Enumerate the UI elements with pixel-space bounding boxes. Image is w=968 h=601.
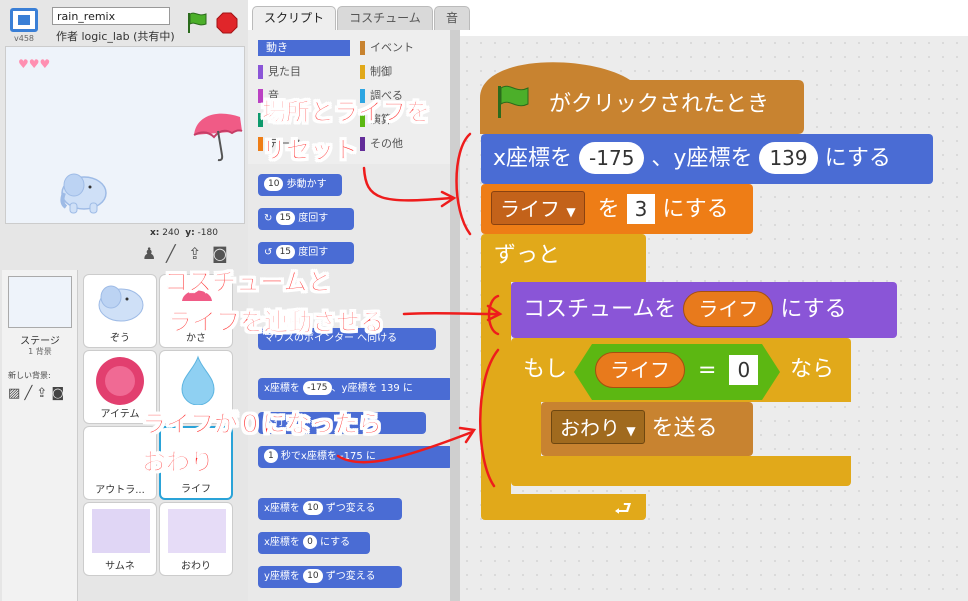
if-bottom bbox=[511, 456, 851, 486]
annotation-reset: 場所とライフを bbox=[262, 98, 431, 127]
item-thumb-icon bbox=[96, 357, 144, 405]
sprite-tile[interactable]: おわり bbox=[159, 502, 233, 576]
stage-canvas[interactable]: ♥♥♥ bbox=[5, 46, 245, 224]
chevron-down-icon: ▼ bbox=[566, 205, 576, 219]
condition-variable-reporter[interactable]: ライフ bbox=[595, 352, 685, 388]
when-flag-clicked-block[interactable]: がクリックされたとき bbox=[492, 84, 769, 120]
left-column: v458 作者 logic_lab (共有中) ♥♥♥ x: 240 y: bbox=[0, 0, 248, 601]
elephant-sprite bbox=[60, 173, 107, 214]
sprite-name: ライフ bbox=[181, 484, 211, 495]
backdrop-library-icon[interactable]: ▨ bbox=[8, 386, 20, 401]
stop-sign-icon[interactable] bbox=[216, 12, 238, 34]
camera-backdrop-icon[interactable]: ◙ bbox=[51, 386, 64, 401]
ending-preview bbox=[168, 509, 226, 553]
hat-label: がクリックされたとき bbox=[549, 92, 770, 117]
hearts-display: ♥♥♥ bbox=[18, 57, 51, 71]
palette-set-x-block[interactable]: x座標を 0 にする bbox=[258, 532, 370, 554]
goto-y-label: 、y座標を bbox=[651, 146, 753, 171]
tab-costumes[interactable]: コスチューム bbox=[337, 6, 433, 30]
palette-scrollbar[interactable] bbox=[450, 30, 460, 601]
palette-change-x-block[interactable]: x座標を 10 ずつ変える bbox=[258, 498, 402, 520]
paint-sprite-icon[interactable]: ╱ bbox=[166, 244, 176, 263]
elephant-thumb-icon bbox=[98, 285, 144, 322]
loop-arrow-icon: ⮐ bbox=[614, 496, 632, 520]
goto-y-input[interactable]: 139 bbox=[759, 142, 818, 174]
broadcast-block[interactable]: おわり ▼ を送る bbox=[541, 402, 753, 456]
set-variable-block[interactable]: ライフ ▼ を 3 にする bbox=[481, 184, 753, 234]
category-control[interactable]: 制御 bbox=[360, 64, 448, 80]
green-flag-icon[interactable] bbox=[185, 12, 209, 34]
umbrella-sprite bbox=[193, 113, 243, 162]
goto-xy-block[interactable]: x座標を -175 、y座標を 139 にする bbox=[481, 134, 933, 184]
setvar-value-input[interactable]: 3 bbox=[626, 194, 656, 224]
goto-x-input[interactable]: -175 bbox=[579, 142, 645, 174]
choose-sprite-icon[interactable]: ♟ bbox=[142, 244, 156, 263]
project-name-input[interactable] bbox=[52, 7, 170, 25]
annotation-link: コスチュームと bbox=[164, 268, 332, 297]
green-flag-icon bbox=[498, 85, 529, 118]
forever-arm bbox=[481, 282, 511, 494]
version-label: v458 bbox=[14, 34, 35, 43]
costume-label: コスチュームを bbox=[523, 297, 677, 322]
broadcast-suffix: を送る bbox=[651, 416, 718, 441]
variable-dropdown[interactable]: ライフ ▼ bbox=[491, 191, 585, 225]
upload-sprite-icon[interactable]: ⇪ bbox=[188, 244, 201, 263]
chevron-down-icon: ▼ bbox=[626, 424, 636, 438]
palette-turn-right-block[interactable]: ↻ 15 度回す bbox=[258, 208, 354, 230]
if-label: もし bbox=[523, 357, 568, 382]
fullscreen-icon[interactable] bbox=[10, 8, 38, 32]
setvar-to-label: を bbox=[597, 197, 620, 222]
editor-tabs: スクリプト コスチューム 音 bbox=[248, 4, 968, 30]
tab-sounds[interactable]: 音 bbox=[434, 6, 470, 30]
new-backdrop-toolbar: ▨ ╱ ⇪ ◙ bbox=[8, 386, 64, 401]
new-backdrop-label: 新しい背景: bbox=[8, 371, 51, 380]
setvar-suffix: にする bbox=[662, 197, 729, 222]
costume-suffix: にする bbox=[780, 297, 847, 322]
sprite-name: サムネ bbox=[105, 561, 135, 572]
sprite-name: おわり bbox=[181, 561, 211, 572]
equals-operator-block[interactable]: ライフ = 0 bbox=[595, 352, 759, 390]
raindrop-thumb-icon bbox=[181, 355, 215, 405]
annotation-reset-line2: リセット bbox=[262, 136, 359, 165]
stage-thumbnail[interactable] bbox=[8, 276, 72, 328]
palette-block-list: 10 歩動かす ↻ 15 度回す ↺ 15 度回す マウスのポインター へ向ける… bbox=[248, 164, 453, 601]
palette-change-y-block[interactable]: y座標を 10 ずつ変える bbox=[258, 566, 402, 588]
palette-goto-xy-block[interactable]: x座標を -175 、y座標を 139 に bbox=[258, 378, 453, 400]
annotation-end: ライフが０になったら bbox=[142, 410, 383, 439]
costume-variable-reporter[interactable]: ライフ bbox=[683, 291, 774, 327]
switch-costume-block[interactable]: コスチュームを ライフ にする bbox=[511, 282, 897, 338]
category-events[interactable]: イベント bbox=[360, 40, 448, 56]
upload-backdrop-icon[interactable]: ⇪ bbox=[36, 386, 47, 401]
tab-scripts[interactable]: スクリプト bbox=[252, 6, 336, 30]
sprite-tile[interactable]: サムネ bbox=[83, 502, 157, 576]
thumbnail-preview bbox=[92, 509, 150, 553]
category-motion[interactable]: 動き bbox=[258, 40, 350, 56]
top-bar: v458 作者 logic_lab (共有中) bbox=[0, 0, 248, 46]
goto-x-label: x座標を bbox=[493, 146, 573, 171]
forever-label: ずっと bbox=[494, 243, 561, 268]
stage-label: ステージ bbox=[20, 336, 60, 347]
annotation-end-line2: おわり bbox=[142, 448, 215, 477]
author-label: 作者 logic_lab (共有中) bbox=[56, 30, 175, 43]
paint-backdrop-icon[interactable]: ╱ bbox=[24, 386, 32, 401]
palette-turn-left-block[interactable]: ↺ 15 度回す bbox=[258, 242, 354, 264]
if-arm bbox=[511, 402, 541, 456]
stage-panel[interactable]: ステージ 1 背景 新しい背景: ▨ ╱ ⇪ ◙ bbox=[2, 270, 78, 601]
category-more[interactable]: その他 bbox=[360, 136, 448, 152]
palette-move-block[interactable]: 10 歩動かす bbox=[258, 174, 342, 196]
sprite-name: アウトラ... bbox=[95, 485, 145, 496]
condition-value-input[interactable]: 0 bbox=[729, 355, 759, 385]
sprite-tile[interactable]: ぞう bbox=[83, 274, 157, 348]
if-then-label: なら bbox=[790, 357, 835, 382]
goto-suffix: にする bbox=[824, 146, 891, 171]
sprite-name: ぞう bbox=[110, 333, 130, 344]
equals-sign: = bbox=[698, 358, 717, 383]
stage-backdrop-count: 1 背景 bbox=[28, 347, 52, 356]
category-looks[interactable]: 見た目 bbox=[258, 64, 350, 80]
mouse-coords: x: 240 y: -180 bbox=[150, 228, 218, 238]
message-dropdown[interactable]: おわり ▼ bbox=[551, 410, 645, 444]
annotation-link-line2: ライフを連動させる bbox=[168, 308, 385, 337]
palette-glide-block[interactable]: 1 秒でx座標を -175 に bbox=[258, 446, 453, 468]
camera-sprite-icon[interactable]: ◙ bbox=[212, 244, 228, 263]
